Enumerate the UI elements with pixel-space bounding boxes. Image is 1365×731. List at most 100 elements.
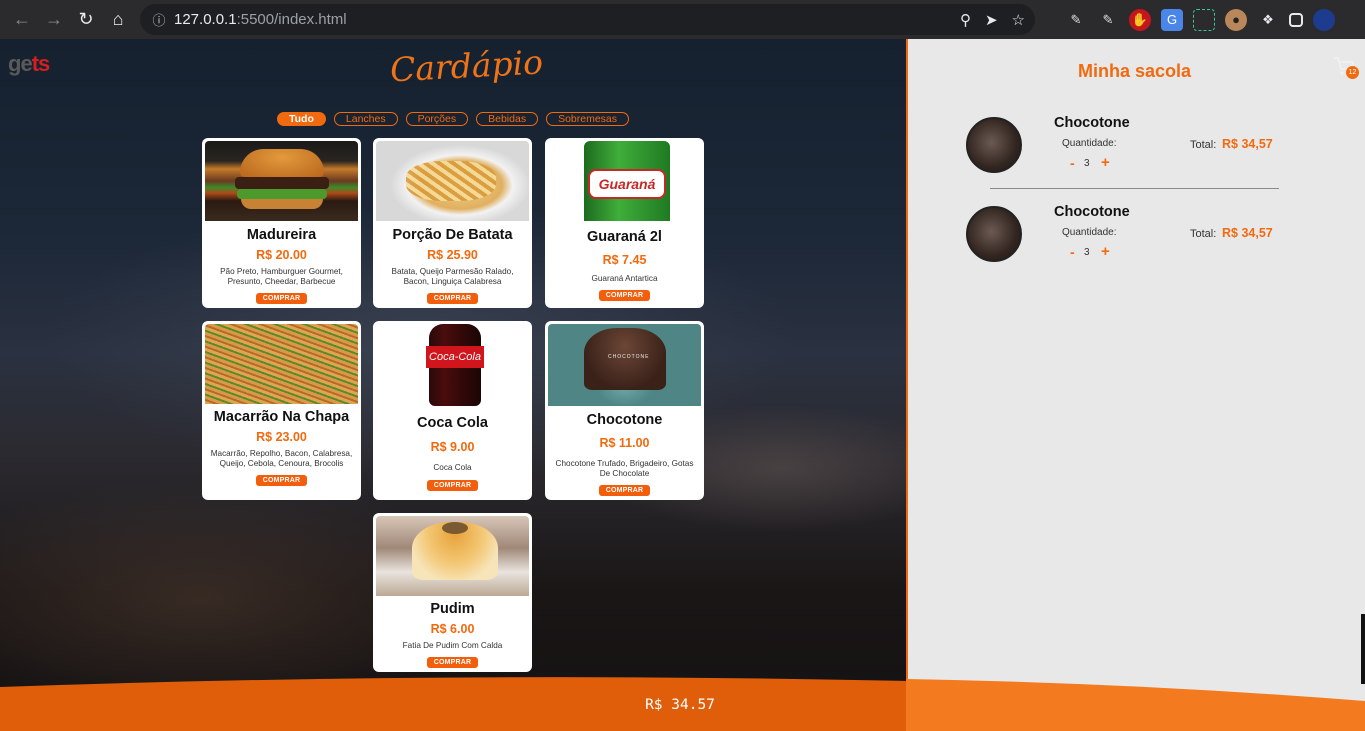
sidebar-footer-wave [906,679,1365,731]
product-card: Pudim R$ 6.00 Fatia De Pudim Com Calda C… [373,513,532,672]
screenshot-extension-icon[interactable] [1193,8,1215,31]
buy-button[interactable]: COMPRAR [598,485,651,496]
coke-image: Coca-Cola [376,324,529,406]
back-icon[interactable]: ← [6,4,38,36]
product-name: Guaraná 2l [587,229,662,245]
quantity-label: Quantidade: [1062,227,1117,238]
buy-button[interactable]: COMPRAR [598,290,651,301]
buy-button[interactable]: COMPRAR [426,293,479,304]
buy-button[interactable]: COMPRAR [426,480,479,491]
owl-extension-icon[interactable]: ● [1225,8,1247,31]
product-card: Porção De Batata R$ 25.90 Batata, Queijo… [373,138,532,308]
filter-bebidas[interactable]: Bebidas [476,112,539,126]
filter-tudo[interactable]: Tudo [277,112,326,126]
product-price: R$ 11.00 [599,436,650,450]
divider [990,188,1279,189]
site-info-icon[interactable]: ⓘ [144,10,174,29]
product-name: Pudim [430,601,475,617]
bag-item: Chocotone Quantidade: - 3 + Total: R$ 34… [964,200,1284,280]
quantity-value: 3 [1084,247,1090,258]
burger-image [205,141,358,221]
product-card: CHOCOTONE Chocotone R$ 11.00 Chocotone T… [545,321,704,500]
product-description: Guaraná Antartica [591,274,658,283]
url-host: 127.0.0.1 [174,11,237,28]
logo-part-a: ge [8,51,33,76]
product-price: R$ 6.00 [430,622,475,636]
pudim-image [376,516,529,596]
decrease-button[interactable]: - [1070,244,1075,260]
product-card: Madureira R$ 20.00 Pão Preto, Hamburguer… [202,138,361,308]
product-description: Pão Preto, Hamburguer Gourmet, Presunto,… [220,267,343,286]
footer-total: R$ 34.57 [645,697,715,713]
share-icon[interactable]: ➤ [985,11,998,29]
profile-avatar-icon[interactable] [1313,8,1335,31]
product-name: Macarrão Na Chapa [213,409,350,425]
product-name: Coca Cola [417,415,488,431]
guarana-image: Guaraná [548,141,701,221]
buy-button[interactable]: COMPRAR [255,475,308,486]
buy-button[interactable]: COMPRAR [255,293,308,304]
logo[interactable]: gets [8,51,51,77]
product-card: Guaraná Guaraná 2l R$ 7.45 Guaraná Antar… [545,138,704,308]
product-card: Macarrão Na Chapa R$ 23.00 Macarrão, Rep… [202,321,361,500]
chocotone-thumb [966,117,1022,173]
translate-extension-icon[interactable]: G [1161,8,1183,31]
bookmark-star-icon[interactable]: ☆ [1012,11,1025,29]
chocotone-image: CHOCOTONE [548,324,701,406]
product-description: Coca Cola [433,463,472,472]
increase-button[interactable]: + [1101,154,1110,171]
product-description: Batata, Queijo Parmesão Ralado, Bacon, L… [391,267,514,286]
address-bar[interactable]: ⓘ 127.0.0.1:5500/index.html ⚲ ➤ ☆ [140,4,1035,35]
reload-icon[interactable]: ↻ [70,4,102,36]
product-description: Macarrão, Repolho, Bacon, Calabresa, Que… [210,449,353,468]
side-panel-icon[interactable] [1289,12,1303,27]
filter-sobremesas[interactable]: Sobremesas [546,112,630,126]
filter-lanches[interactable]: Lanches [333,112,398,126]
page: gets Cardápio Tudo Lanches Porções Bebid… [0,39,1365,731]
adblock-extension-icon[interactable]: ✋ [1129,8,1151,31]
product-name: Chocotone [586,412,663,428]
buy-button[interactable]: COMPRAR [426,657,479,668]
decrease-button[interactable]: - [1070,155,1075,171]
product-price: R$ 20.00 [256,248,307,262]
filter-porcoes[interactable]: Porções [405,112,469,126]
url-path: :5500/index.html [236,11,347,28]
bag-item-name: Chocotone [1054,115,1130,131]
item-total: R$ 34,57 [1222,137,1273,151]
eyedropper-extension-icon[interactable]: ✎ [1065,9,1087,31]
forward-icon[interactable]: → [38,4,70,36]
bag-item: Chocotone Quantidade: - 3 + Total: R$ 34… [964,111,1284,191]
item-total: R$ 34,57 [1222,226,1273,240]
increase-button[interactable]: + [1101,243,1110,260]
home-icon[interactable]: ⌂ [102,4,134,36]
product-name: Madureira [246,227,317,243]
total-label: Total: [1190,228,1217,240]
product-name: Porção De Batata [392,227,513,243]
footer-wave [0,677,906,731]
zoom-icon[interactable]: ⚲ [960,11,971,29]
quantity-value: 3 [1084,158,1090,169]
bag-item-name: Chocotone [1054,204,1130,220]
noodles-image [205,324,358,404]
product-price: R$ 9.00 [430,440,475,454]
broom-extension-icon[interactable]: ✎ [1097,9,1119,31]
product-description: Fatia De Pudim Com Calda [402,641,503,650]
scroll-edge [1361,614,1365,684]
logo-part-b: ts [31,51,51,76]
page-title: Cardápio [389,42,544,90]
quantity-label: Quantidade: [1062,138,1117,149]
category-filters: Tudo Lanches Porções Bebidas Sobremesas [277,112,630,126]
fries-image [376,141,529,221]
product-price: R$ 7.45 [602,253,647,267]
menu-area: gets Cardápio Tudo Lanches Porções Bebid… [0,39,906,731]
browser-toolbar: ← → ↻ ⌂ ⓘ 127.0.0.1:5500/index.html ⚲ ➤ … [0,0,1365,39]
product-card: Coca-Cola Coca Cola R$ 9.00 Coca Cola CO… [373,321,532,500]
bag-title: Minha sacola [1078,61,1192,81]
extensions-puzzle-icon[interactable]: ❖ [1257,9,1279,31]
cart-count-badge: 12 [1346,66,1359,79]
product-description: Chocotone Trufado, Brigadeiro, Gotas De … [555,459,694,478]
total-label: Total: [1190,139,1217,151]
bag-sidebar: Minha sacola 12 Chocotone Quantidade: - … [906,39,1365,731]
product-price: R$ 25.90 [427,248,478,262]
product-price: R$ 23.00 [256,430,307,444]
